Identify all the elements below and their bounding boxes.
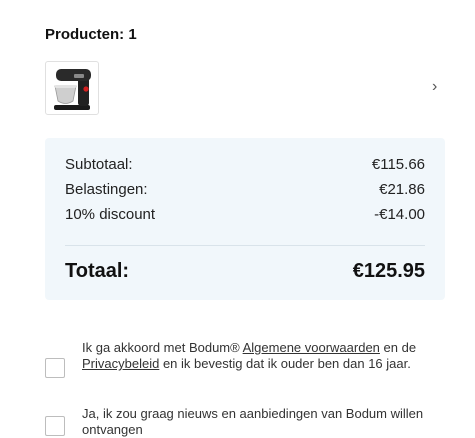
terms-consent: Ik ga akkoord met Bodum® Algemene voorwa… (45, 340, 455, 378)
total-label: Totaal: (65, 260, 130, 282)
tax-value: €21.86 (379, 181, 425, 198)
newsletter-checkbox[interactable] (45, 416, 65, 436)
subtotal-row: Subtotaal: €115.66 (65, 156, 425, 173)
total-row: Totaal: €125.95 (65, 260, 425, 283)
discount-value: -€14.00 (374, 206, 425, 223)
terms-text-part-2: en de (379, 340, 417, 355)
terms-link[interactable]: Algemene voorwaarden (243, 340, 380, 355)
subtotal-value: €115.66 (371, 156, 425, 173)
discount-row: 10% discount -€14.00 (65, 206, 425, 223)
terms-text-part-3: en ik bevestig dat ik ouder ben dan 16 j… (159, 356, 411, 371)
summary-divider (65, 245, 425, 246)
order-summary: Subtotaal: €115.66 Belastingen: €21.86 1… (45, 138, 445, 300)
total-value: €125.95 (352, 260, 425, 282)
product-thumbnail[interactable] (45, 61, 99, 115)
stand-mixer-icon (54, 69, 91, 110)
newsletter-consent: Ja, ik zou graag nieuws en aanbiedingen … (45, 406, 455, 438)
terms-checkbox[interactable] (45, 358, 65, 378)
discount-label: 10% discount (65, 206, 156, 223)
privacy-link[interactable]: Privacybeleid (82, 356, 159, 371)
subtotal-label: Subtotaal: (65, 156, 133, 173)
terms-consent-text: Ik ga akkoord met Bodum® Algemene voorwa… (82, 340, 437, 378)
tax-row: Belastingen: €21.86 (65, 181, 425, 198)
products-title: Producten: 1 (45, 26, 137, 43)
terms-text-part-1: Ik ga akkoord met Bodum® (82, 340, 243, 355)
product-details-chevron-icon[interactable]: › (432, 78, 437, 96)
newsletter-consent-text: Ja, ik zou graag nieuws en aanbiedingen … (82, 406, 424, 437)
tax-label: Belastingen: (65, 181, 148, 198)
